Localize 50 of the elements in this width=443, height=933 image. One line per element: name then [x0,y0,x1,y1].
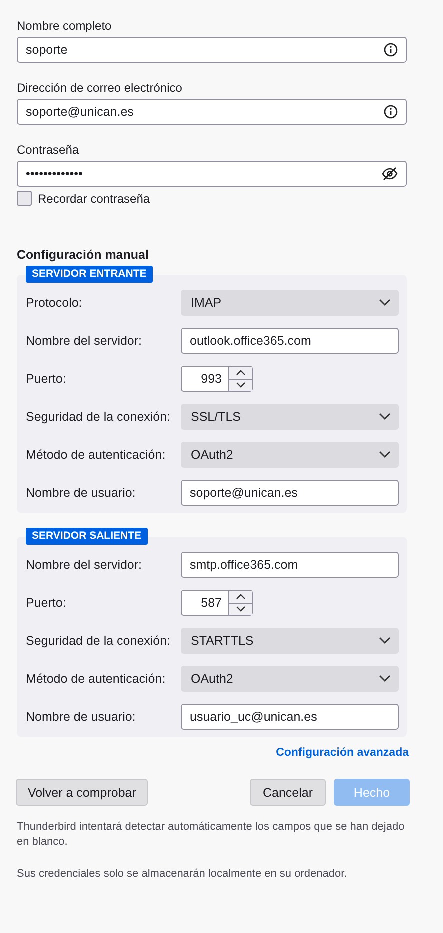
field-label: Método de autenticación: [26,448,167,462]
section-badge: SERVIDOR ENTRANTE [26,266,153,283]
field-label: Nombre completo [17,18,113,34]
advanced-settings-link[interactable]: Configuración avanzada [276,747,409,759]
field-label: Nombre del servidor: [26,558,144,572]
field-label: Método de autenticación: [26,672,167,686]
dropdown[interactable]: IMAP [181,290,399,316]
field-label: Puerto: [26,596,68,610]
info-icon[interactable] [384,43,398,57]
info-text: Sus credenciales solo se almacenarán localmente en su ordenador. [17,867,348,882]
dropdown[interactable]: OAuth2 [181,666,399,692]
info-icon[interactable] [384,105,398,119]
input-field[interactable]: outlook.office365.com [181,328,399,354]
field-label: Nombre del servidor: [26,334,144,348]
spin-up-icon[interactable] [236,370,246,376]
field-label: Contraseña [17,142,80,158]
checkbox[interactable] [17,191,32,206]
field-label: Puerto: [26,372,68,386]
field-label: Protocolo: [26,296,84,310]
chevron-down-icon [379,637,391,645]
dropdown[interactable]: STARTTLS [181,628,399,654]
port-field[interactable]: 587 [181,590,253,616]
field-label: Seguridad de la conexión: [26,634,172,648]
spin-down-icon[interactable] [236,382,246,388]
input-field[interactable]: soporte [17,37,407,63]
spin-down-icon[interactable] [236,606,246,612]
checkbox-label: Recordar contraseña [38,192,150,206]
eye-hidden-icon[interactable] [382,167,398,181]
field-label: Seguridad de la conexión: [26,410,172,424]
password-field[interactable]: ••••••••••••• [17,161,407,187]
dropdown[interactable]: OAuth2 [181,442,399,468]
chevron-down-icon [379,451,391,459]
section-badge: SERVIDOR SALIENTE [26,528,148,545]
section-title: Configuración manual [17,248,150,262]
field-label: Nombre de usuario: [26,710,137,724]
spin-up-icon[interactable] [236,594,246,600]
input-field[interactable]: smtp.office365.com [181,552,399,578]
field-label: Dirección de correo electrónico [17,80,184,96]
chevron-down-icon [379,299,391,307]
info-text: Thunderbird intentará detectar automáticamente los campos que se han dejado en blanco. [17,820,406,850]
chevron-down-icon [379,675,391,683]
field-label: Nombre de usuario: [26,486,137,500]
chevron-down-icon [379,413,391,421]
input-field[interactable]: soporte@unican.es [181,480,399,506]
port-field[interactable]: 993 [181,366,253,392]
button[interactable]: Cancelar [250,779,326,806]
input-field[interactable]: usuario_uc@unican.es [181,704,399,730]
button[interactable]: Volver a comprobar [16,779,148,806]
dropdown[interactable]: SSL/TLS [181,404,399,430]
input-field[interactable]: soporte@unican.es [17,99,407,125]
